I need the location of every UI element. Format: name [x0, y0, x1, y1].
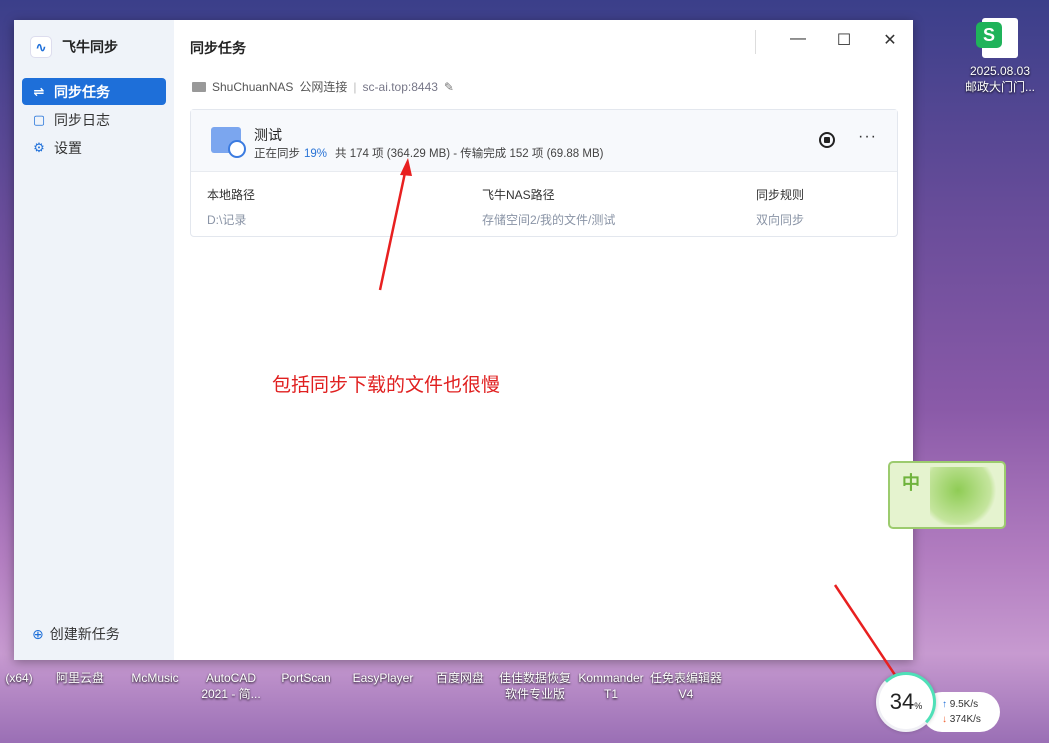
divider	[755, 30, 756, 54]
upload-arrow-icon: ↑	[942, 699, 947, 710]
task-name: 测试	[254, 127, 282, 143]
usage-gauge: 34%	[876, 672, 936, 732]
plus-circle-icon: ⊕	[32, 625, 44, 642]
usage-percent: 34	[889, 689, 915, 714]
sidebar-item-sync-tasks[interactable]: ⇌ 同步任务	[22, 78, 166, 105]
task-card[interactable]: 测试 正在同步 19% 共 174 项 (364.29 MB) - 传输完成 152…	[190, 109, 898, 237]
log-icon: ▢	[32, 111, 46, 127]
app-window: ∿ 飞牛同步 ⇌ 同步任务 ▢ 同步日志 ⚙ 设置 ⊕ 创建新任务 同步任务 — ☐ ✕…	[14, 20, 913, 660]
app-logo-icon: ∿	[30, 36, 52, 58]
page-title: 同步任务	[190, 40, 246, 56]
maximize-button[interactable]: ☐	[821, 30, 867, 50]
spreadsheet-file-icon: S	[976, 18, 1018, 58]
create-task-button[interactable]: ⊕ 创建新任务	[32, 624, 120, 644]
main-panel: 同步任务 — ☐ ✕ ShuChuanNAS 公网连接 | sc-ai.top:…	[174, 20, 913, 660]
desktop-icon[interactable]: EasyPlayer	[348, 670, 418, 686]
network-monitor[interactable]: ↑ 9.5K/s ↓ 374K/s 34%	[876, 672, 1000, 732]
status-text: 正在同步	[254, 148, 300, 160]
sync-rule: 双向同步	[756, 213, 805, 227]
ime-widget[interactable]: 中	[888, 461, 1006, 529]
more-options-button[interactable]: ···	[858, 128, 877, 146]
connection-info: ShuChuanNAS 公网连接 | sc-ai.top:8443 ✎	[192, 78, 454, 95]
sidebar-item-label: 设置	[54, 139, 82, 156]
app-brand: ∿ 飞牛同步	[14, 20, 174, 58]
column-label: 飞牛NAS路径	[482, 188, 555, 202]
local-path: D:\记录	[207, 213, 247, 227]
desktop-icon[interactable]: (x64)	[2, 670, 36, 686]
sidebar-item-settings[interactable]: ⚙ 设置	[22, 134, 166, 161]
close-button[interactable]: ✕	[867, 30, 913, 50]
connection-mode: 公网连接	[299, 80, 348, 94]
sidebar-item-label: 同步日志	[54, 111, 110, 128]
create-task-label: 创建新任务	[49, 626, 120, 642]
column-label: 同步规则	[756, 188, 805, 202]
device-name: ShuChuanNAS	[212, 79, 294, 94]
gear-icon: ⚙	[33, 139, 45, 155]
sidebar: ∿ 飞牛同步 ⇌ 同步任务 ▢ 同步日志 ⚙ 设置 ⊕ 创建新任务	[14, 20, 174, 660]
stop-button[interactable]	[819, 132, 835, 148]
download-speed: 374K/s	[949, 714, 981, 725]
usage-unit: %	[914, 701, 923, 711]
minimize-button[interactable]: —	[775, 30, 821, 50]
upload-speed: 9.5K/s	[949, 699, 979, 710]
desktop-icon[interactable]: 百度网盘	[430, 670, 490, 686]
desktop-icon[interactable]: 佳佳数据恢复软件专业版	[497, 670, 573, 702]
sync-icon: ⇌	[33, 83, 45, 99]
column-label: 本地路径	[207, 188, 256, 202]
progress-percent: 19%	[304, 148, 328, 160]
task-status: 正在同步 19% 共 174 项 (364.29 MB) - 传输完成 152 项 …	[254, 145, 603, 161]
desktop-icon[interactable]: Kommander T1	[574, 670, 648, 702]
file-name-line1: 2025.08.03	[969, 64, 1031, 78]
plant-decoration-icon	[930, 467, 1000, 525]
edit-icon[interactable]: ✎	[444, 80, 454, 94]
annotation-text: 包括同步下载的文件也很慢	[272, 375, 501, 396]
desktop-icon[interactable]: AutoCAD 2021 - 简...	[198, 670, 264, 702]
folder-sync-icon	[211, 127, 246, 158]
file-name-line2: 邮政大门门...	[964, 80, 1035, 94]
monitor-icon	[192, 81, 206, 92]
connection-host: sc-ai.top:8443	[362, 79, 438, 94]
desktop-icon[interactable]: McMusic	[125, 670, 185, 686]
ime-mode-label: 中	[902, 473, 920, 493]
nas-path: 存储空间2/我的文件/测试	[482, 213, 616, 227]
download-arrow-icon: ↓	[942, 714, 947, 725]
app-name: 飞牛同步	[62, 39, 118, 55]
sidebar-item-label: 同步任务	[54, 83, 110, 100]
desktop-icon[interactable]: PortScan	[276, 670, 336, 686]
desktop-file-icon[interactable]: S 2025.08.03 邮政大门门...	[950, 18, 1049, 95]
sidebar-item-sync-log[interactable]: ▢ 同步日志	[22, 106, 166, 133]
task-summary: 共 174 项 (364.29 MB) - 传输完成 152 项 (69.88 …	[335, 148, 604, 160]
desktop-icon[interactable]: 任免表编辑器 V4	[648, 670, 724, 702]
desktop-icon[interactable]: 阿里云盘	[50, 670, 110, 686]
